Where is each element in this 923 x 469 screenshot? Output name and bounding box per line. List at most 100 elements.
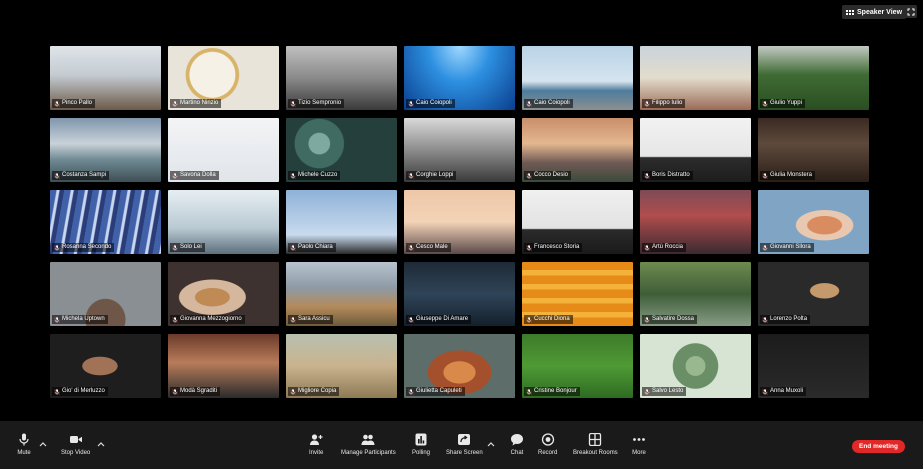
manage-participants-label: Manage Participants — [341, 450, 396, 456]
participant-name-tag: Cesco Male — [406, 243, 451, 252]
participant-name-tag: Gio' di Merluzzo — [52, 387, 108, 396]
muted-microphone-icon — [644, 388, 650, 395]
meeting-toolbar: Mute Stop Video Invite Manage Participan… — [0, 421, 923, 469]
participant-tile[interactable]: Salvo Lesto — [640, 334, 751, 398]
participant-name-tag: Giulietta Capuleti — [406, 387, 465, 396]
chat-button[interactable]: Chat — [510, 433, 524, 456]
participant-name-tag: Rosanna Secondo — [52, 243, 115, 252]
muted-microphone-icon — [762, 244, 768, 251]
more-button[interactable]: More — [632, 433, 646, 456]
chat-bubble-icon — [511, 434, 523, 446]
participant-tile[interactable]: Savona Dolla — [168, 118, 279, 182]
participant-name: Anna Muxoli — [770, 388, 804, 394]
participant-tile[interactable]: Anna Muxoli — [758, 334, 869, 398]
participant-name-tag: Cocco Desio — [524, 171, 572, 180]
participant-tile[interactable]: Cucchi Diona — [522, 262, 633, 326]
manage-participants-button[interactable]: Manage Participants — [341, 433, 396, 456]
video-options-caret-icon[interactable] — [97, 441, 105, 447]
participant-name-tag: Sara Assicu — [288, 315, 333, 324]
participant-tile[interactable]: Cristine Bonjour — [522, 334, 633, 398]
participant-name-tag: Francesco Storia — [524, 243, 583, 252]
speaker-view-button[interactable]: Speaker View — [842, 5, 907, 19]
participant-tile[interactable]: Giulio Yuppi — [758, 46, 869, 110]
end-meeting-button[interactable]: End meeting — [852, 440, 905, 453]
participant-name: Artù Roccia — [652, 244, 684, 250]
participant-tile[interactable]: Caio Coiopoli — [522, 46, 633, 110]
participant-name: Savona Dolla — [180, 172, 216, 178]
muted-microphone-icon — [526, 388, 532, 395]
participant-name: Boris Distratto — [652, 172, 690, 178]
participant-tile[interactable]: Artù Roccia — [640, 190, 751, 254]
participant-tile[interactable]: Sara Assicu — [286, 262, 397, 326]
polling-button[interactable]: Polling — [412, 433, 430, 456]
mute-button[interactable]: Mute — [17, 433, 31, 456]
participant-name: Giulia Monstera — [770, 172, 813, 178]
participant-tile[interactable]: Lorenzo Polta — [758, 262, 869, 326]
muted-microphone-icon — [172, 100, 178, 107]
participant-name: Filippo Iulio — [652, 100, 683, 106]
participant-tile[interactable]: Paolo Chiara — [286, 190, 397, 254]
participant-tile[interactable]: Martino Ninzio — [168, 46, 279, 110]
share-screen-icon — [458, 434, 471, 445]
participant-tile[interactable]: Cesco Male — [404, 190, 515, 254]
participant-tile[interactable]: Giulietta Capuleti — [404, 334, 515, 398]
muted-microphone-icon — [290, 388, 296, 395]
participant-tile[interactable]: Francesco Storia — [522, 190, 633, 254]
muted-microphone-icon — [54, 388, 60, 395]
mute-label: Mute — [17, 450, 31, 456]
participant-name-tag: Modà Sgraditi — [170, 387, 221, 396]
participant-tile[interactable]: Cocco Desio — [522, 118, 633, 182]
participant-tile[interactable]: Boris Distratto — [640, 118, 751, 182]
participant-tile[interactable]: Costanza Sampi — [50, 118, 161, 182]
participant-name: Paolo Chiara — [298, 244, 333, 250]
participant-tile[interactable]: Modà Sgraditi — [168, 334, 279, 398]
participant-tile[interactable]: Rosanna Secondo — [50, 190, 161, 254]
share-screen-button[interactable]: Share Screen — [446, 433, 483, 456]
participant-name: Cristine Bonjour — [534, 388, 577, 394]
audio-options-caret-icon[interactable] — [39, 441, 47, 447]
participant-name-tag: Artù Roccia — [642, 243, 687, 252]
participant-name-tag: Filippo Iulio — [642, 99, 686, 108]
participant-tile[interactable]: Migliore Copia — [286, 334, 397, 398]
muted-microphone-icon — [644, 172, 650, 179]
participant-name-tag: Salvo Lesto — [642, 387, 687, 396]
participant-name: Cocco Desio — [534, 172, 569, 178]
fullscreen-button[interactable] — [904, 5, 917, 18]
participant-name: Rosanna Secondo — [62, 244, 112, 250]
participant-name: Sara Assicu — [298, 316, 330, 322]
muted-microphone-icon — [290, 244, 296, 251]
add-user-icon — [310, 434, 323, 445]
participant-tile[interactable]: Pinco Pallo — [50, 46, 161, 110]
muted-microphone-icon — [526, 100, 532, 107]
participant-tile[interactable]: Filippo Iulio — [640, 46, 751, 110]
participant-tile[interactable]: Corghie Loppi — [404, 118, 515, 182]
participant-name: Migliore Copia — [298, 388, 337, 394]
record-button[interactable]: Record — [538, 433, 557, 456]
participants-icon — [361, 434, 375, 445]
end-meeting-label: End meeting — [858, 443, 898, 450]
participant-tile[interactable]: Giuseppe Di Amare — [404, 262, 515, 326]
participant-tile[interactable]: Giovanna Mezzogiorno — [168, 262, 279, 326]
top-bar: Speaker View — [0, 0, 923, 24]
participant-name-tag: Migliore Copia — [288, 387, 340, 396]
participant-tile[interactable]: Tizio Sempronio — [286, 46, 397, 110]
participant-tile[interactable]: Gio' di Merluzzo — [50, 334, 161, 398]
breakout-rooms-button[interactable]: Breakout Rooms — [573, 433, 618, 456]
participant-name-tag: Cucchi Diona — [524, 315, 573, 324]
participant-tile[interactable]: Salvatire Dossa — [640, 262, 751, 326]
record-icon — [541, 433, 554, 446]
share-options-caret-icon[interactable] — [487, 441, 495, 447]
invite-button[interactable]: Invite — [309, 433, 323, 456]
muted-microphone-icon — [290, 316, 296, 323]
participant-name: Pinco Pallo — [62, 100, 93, 106]
participant-name-tag: Caio Coiopoli — [406, 99, 455, 108]
participant-tile[interactable]: Caio Coiopoli — [404, 46, 515, 110]
microphone-icon — [19, 433, 29, 446]
participant-tile[interactable]: Michela Uptown — [50, 262, 161, 326]
participant-tile[interactable]: Solo Lei — [168, 190, 279, 254]
participant-tile[interactable]: Giovanni Sllora — [758, 190, 869, 254]
participant-tile[interactable]: Michele Cuzzo — [286, 118, 397, 182]
muted-microphone-icon — [172, 244, 178, 251]
stop-video-button[interactable]: Stop Video — [61, 433, 90, 456]
participant-tile[interactable]: Giulia Monstera — [758, 118, 869, 182]
